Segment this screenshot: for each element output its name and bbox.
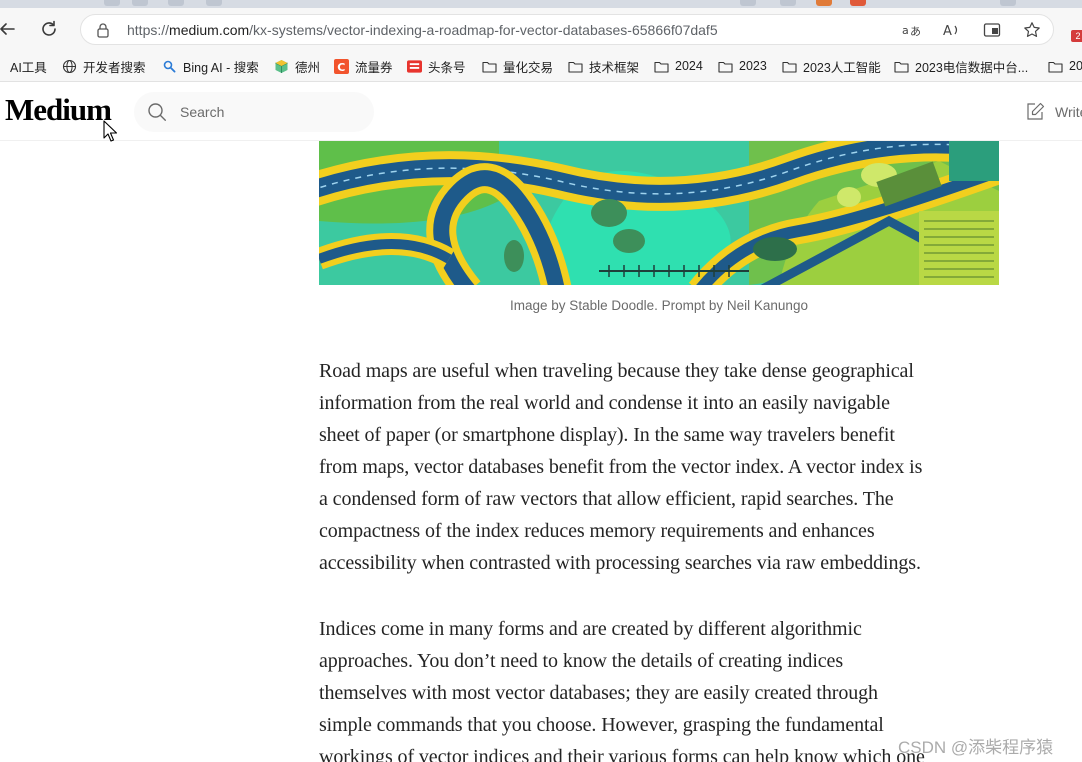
extension-badge[interactable]: 2 [1071,30,1082,42]
svg-text:C: C [337,61,345,74]
bookmark-item[interactable]: Bing AI - 搜索 [162,57,259,75]
bookmark-item[interactable]: 2023 [718,57,767,75]
paragraph-line: information from the real world and cond… [319,392,890,414]
svg-text:A: A [943,24,952,38]
write-button[interactable]: Write [1025,100,1082,124]
toutiao-icon [407,59,422,74]
globe-icon [62,59,77,74]
favorite-button[interactable] [1021,20,1043,40]
split-screen-icon [983,23,1001,37]
paragraph-line: compactness of the index reduces memory … [319,520,875,542]
svg-text:あ: あ [910,25,921,38]
bookmark-item[interactable]: C 流量券 [334,57,393,75]
bookmark-item[interactable]: 头条号 [407,57,466,75]
bookmark-item[interactable]: 德州 [274,57,320,75]
folder-icon [654,59,669,74]
bookmark-item[interactable]: 2023人工智能 [782,57,881,75]
box-icon [274,59,289,74]
lock-icon[interactable] [95,22,111,38]
url-field[interactable]: https://medium.com/kx-systems/vector-ind… [80,14,1054,45]
bing-search-icon [162,59,177,74]
paragraph-line: approaches. You don’t need to know the d… [319,650,844,672]
folder-icon [782,59,797,74]
article-paragraph-1: Road maps are useful when traveling beca… [319,355,1009,579]
address-bar: https://medium.com/kx-systems/vector-ind… [0,8,1082,50]
folder-icon [0,59,6,74]
paragraph-line: from maps, vector databases benefit from… [319,456,923,478]
article-hero-image [319,141,999,285]
site-header: Medium Write [0,82,1082,141]
folder-icon [718,59,733,74]
paragraph-line: Road maps are useful when traveling beca… [319,360,914,382]
c-logo-icon: C [334,58,349,74]
url-text[interactable]: https://medium.com/kx-systems/vector-ind… [127,22,718,38]
bookmark-item[interactable]: AI工具 [0,57,47,75]
bookmark-item[interactable]: 开发者搜索 [62,57,146,75]
bookmarks-bar: AI工具 开发者搜索 Bing AI - 搜索 德州 C 流量券 头条号 量化交易… [0,50,1082,82]
paragraph-line: accessibility when contrasted with proce… [319,552,921,574]
translate-button[interactable]: aあ [901,20,923,40]
search-box[interactable] [134,92,374,132]
folder-icon [568,59,583,74]
paragraph-line: sheet of paper (or smartphone display). … [319,424,895,446]
folder-icon [482,59,497,74]
pencil-square-icon [1027,102,1045,120]
bookmark-item[interactable]: 2023电信数据中台... [894,57,1028,75]
translate-icon: aあ [902,24,921,38]
mouse-cursor-icon [103,120,117,142]
read-aloud-icon: A [943,24,958,38]
bookmark-item[interactable]: 技术框架 [568,57,639,75]
folder-icon [1048,59,1063,74]
read-aloud-button[interactable]: A [941,20,963,40]
hero-illustration [319,141,999,285]
image-caption: Image by Stable Doodle. Prompt by Neil K… [510,298,808,313]
bookmark-item[interactable]: 量化交易 [482,57,553,75]
bookmark-item[interactable]: 2024 [654,57,703,75]
paragraph-line: Indices come in many forms and are creat… [319,618,862,640]
csdn-watermark: CSDN @添柴程序猿 [898,738,1054,757]
star-icon [1024,22,1040,37]
folder-icon [894,59,909,74]
paragraph-line: themselves with most vector databases; t… [319,682,878,704]
tab-strip[interactable] [0,0,1082,8]
search-input[interactable] [180,92,366,132]
bookmark-item[interactable]: 20 [1048,57,1082,75]
arrow-left-icon [0,23,15,35]
reader-view-button[interactable] [981,20,1003,40]
reload-button[interactable] [38,18,60,40]
reload-icon [42,20,56,36]
medium-logo[interactable]: Medium [5,92,112,128]
paragraph-line: a condensed form of raw vectors that all… [319,488,894,510]
search-icon[interactable] [147,102,167,122]
back-button[interactable] [0,18,18,40]
svg-text:a: a [902,24,909,37]
